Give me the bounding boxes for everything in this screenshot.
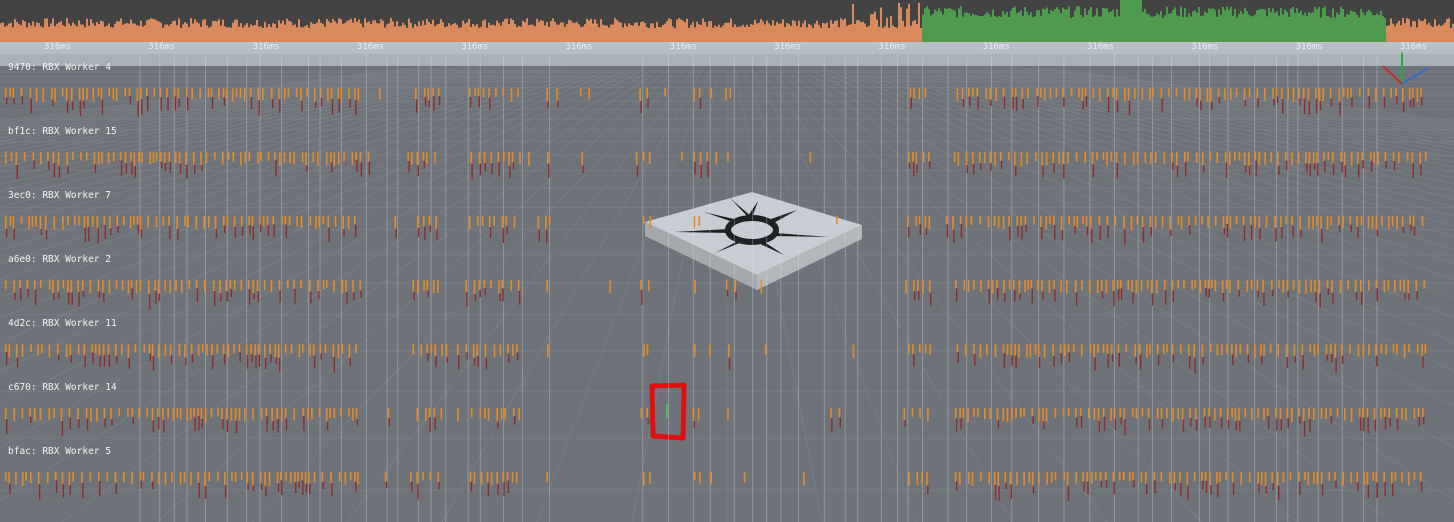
studio-viewport-with-microprofiler: 316ms 316ms 316ms 316ms 316ms 316ms 316ms 316ms… [0, 0, 1454, 522]
3d-viewport[interactable] [0, 0, 1454, 522]
